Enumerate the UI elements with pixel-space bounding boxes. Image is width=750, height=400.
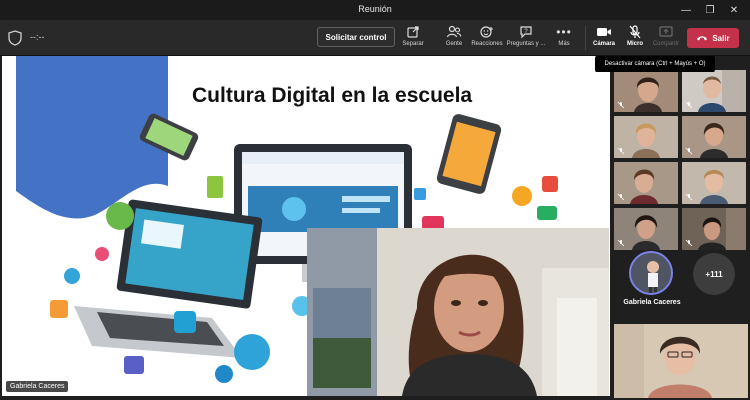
- close-icon[interactable]: ✕: [722, 0, 746, 20]
- avatar-photo: [631, 253, 671, 293]
- mic-off-icon: [685, 101, 693, 109]
- meeting-timer: --:--: [30, 32, 45, 42]
- leave-button[interactable]: Salir: [687, 28, 739, 48]
- presenter-video[interactable]: [307, 228, 609, 396]
- participant-tile[interactable]: [682, 70, 746, 112]
- title-bar: Reunión — ❐ ✕: [0, 0, 750, 20]
- leave-label: Salir: [712, 33, 730, 43]
- self-video-image: [614, 324, 748, 398]
- mic-off-icon: [617, 193, 625, 201]
- mic-off-icon: [617, 101, 625, 109]
- people-label: Gente: [445, 41, 463, 47]
- mic-off-icon: [685, 193, 693, 201]
- share-label: Compartir: [652, 41, 680, 47]
- mic-off-icon: [629, 24, 641, 38]
- pop-out-icon: [407, 25, 419, 38]
- share-button[interactable]: Compartir: [643, 24, 689, 52]
- participant-tile[interactable]: [614, 116, 678, 158]
- people-icon: [446, 25, 462, 37]
- qna-label: Preguntas y ...: [506, 41, 546, 47]
- presenter-video-image: [307, 228, 609, 396]
- camera-tooltip: Desactivar cámara (Ctrl + Mayús + O): [595, 56, 715, 72]
- avatar-name: Gabriela Caceres: [623, 299, 681, 306]
- participant-tile[interactable]: [682, 116, 746, 158]
- pop-out-button[interactable]: Separar: [390, 24, 436, 52]
- mic-off-icon: [617, 147, 625, 155]
- window-title: Reunión: [358, 4, 392, 14]
- more-icon: •••: [556, 24, 572, 39]
- reactions-icon: [479, 25, 493, 38]
- meeting-toolbar: --:-- Solicitar control Separar Gente Re…: [0, 20, 750, 56]
- avatar[interactable]: [629, 251, 673, 295]
- minimize-icon[interactable]: —: [674, 0, 698, 20]
- request-control-button[interactable]: Solicitar control: [317, 27, 395, 47]
- mic-off-icon: [685, 147, 693, 155]
- hang-up-icon: [697, 36, 708, 41]
- window-controls: — ❐ ✕: [674, 0, 746, 20]
- slide-title: Cultura Digital en la escuela: [192, 84, 473, 107]
- share-icon: [659, 25, 673, 37]
- maximize-icon[interactable]: ❐: [698, 0, 722, 20]
- camera-icon: [597, 27, 611, 36]
- shield-icon[interactable]: [8, 30, 22, 46]
- more-label: Más: [558, 41, 570, 47]
- self-video[interactable]: [614, 324, 748, 398]
- participant-tile[interactable]: [614, 162, 678, 204]
- qna-icon: ?: [519, 25, 532, 38]
- pop-out-label: Separar: [402, 41, 424, 47]
- reactions-label: Reacciones: [471, 41, 503, 47]
- presenter-name-tag: Gabriela Caceres: [6, 381, 69, 392]
- participant-gallery: Gabriela Caceres +111: [612, 56, 750, 400]
- participant-tile[interactable]: [614, 70, 678, 112]
- participant-tile[interactable]: [682, 162, 746, 204]
- mic-label: Micro: [626, 41, 643, 47]
- more-participants-button[interactable]: +111: [693, 253, 735, 295]
